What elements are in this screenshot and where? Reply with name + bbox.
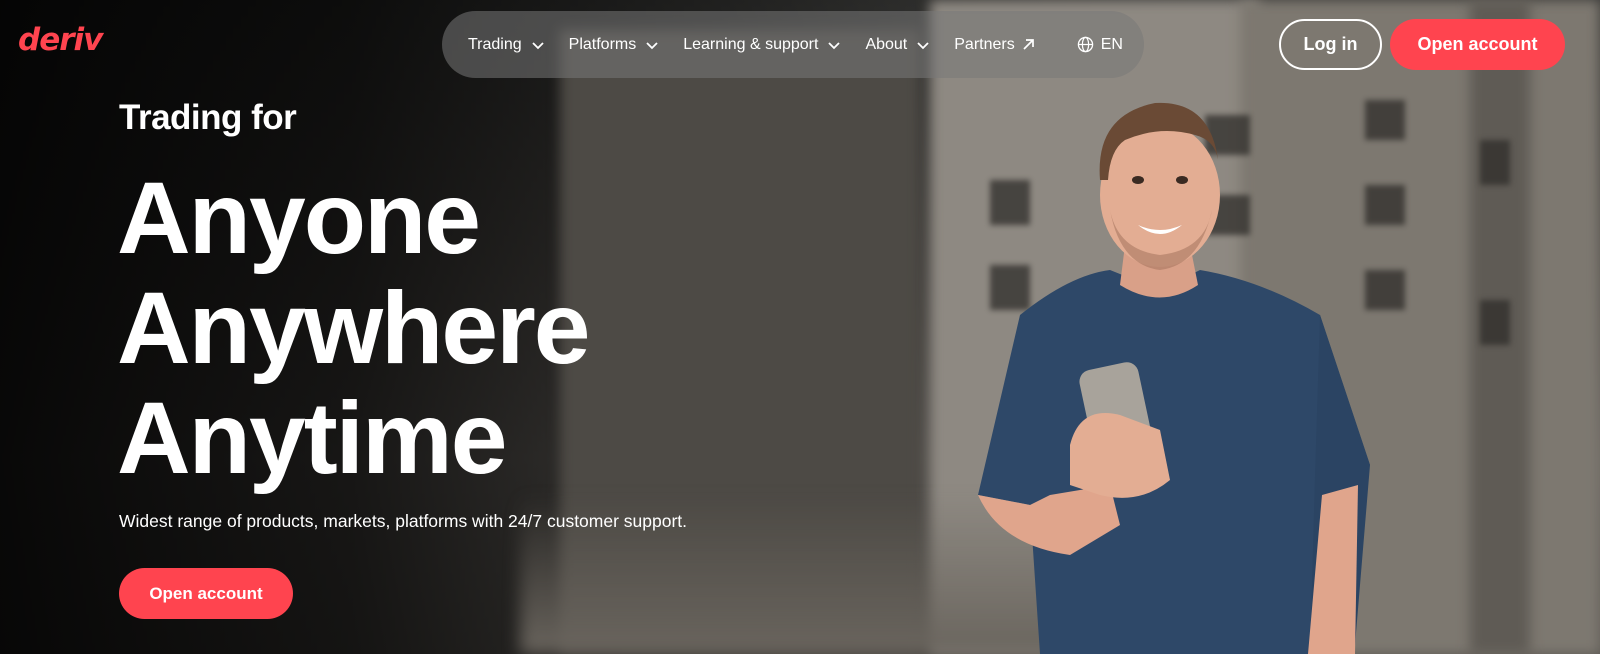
login-button[interactable]: Log in bbox=[1279, 19, 1382, 70]
nav-item-label: Platforms bbox=[568, 35, 637, 53]
nav-item-learning-support[interactable]: Learning & support bbox=[683, 36, 841, 54]
chevron-down-icon bbox=[532, 41, 544, 49]
nav-item-trading[interactable]: Trading bbox=[468, 36, 545, 54]
chevron-down-icon bbox=[828, 41, 841, 49]
hero-tagline: Widest range of products, markets, platf… bbox=[119, 511, 688, 531]
nav-item-label: Partners bbox=[954, 35, 1015, 53]
hero-person-image bbox=[978, 102, 1370, 654]
hero-section: deriv Trading Platforms Learning & suppo… bbox=[0, 0, 1600, 654]
hero-headline-line: Anyone bbox=[117, 161, 481, 275]
nav-item-label: Trading bbox=[468, 35, 522, 53]
globe-icon bbox=[1077, 36, 1093, 53]
open-account-button-header[interactable]: Open account bbox=[1390, 19, 1565, 70]
main-nav: Trading Platforms Learning & support Abo… bbox=[442, 11, 1144, 78]
language-label: EN bbox=[1100, 35, 1123, 53]
language-selector[interactable]: EN bbox=[1077, 36, 1123, 54]
chevron-down-icon bbox=[646, 41, 658, 49]
open-account-button-hero[interactable]: Open account bbox=[119, 568, 293, 619]
hero-headline-line: Anytime bbox=[117, 381, 507, 495]
chevron-down-icon bbox=[917, 41, 929, 49]
hero-subtitle: Trading for bbox=[119, 98, 297, 137]
background-window bbox=[1480, 300, 1510, 345]
nav-item-platforms[interactable]: Platforms bbox=[569, 36, 660, 54]
external-arrow-icon bbox=[1023, 39, 1034, 50]
nav-item-about[interactable]: About bbox=[865, 36, 930, 54]
hero-headline-line: Anywhere bbox=[117, 271, 590, 385]
nav-item-label: About bbox=[865, 35, 908, 53]
background-window bbox=[1480, 140, 1510, 185]
nav-item-label: Learning & support bbox=[683, 35, 819, 53]
deriv-logo[interactable]: deriv bbox=[18, 22, 103, 58]
nav-item-partners[interactable]: Partners bbox=[954, 36, 1034, 54]
